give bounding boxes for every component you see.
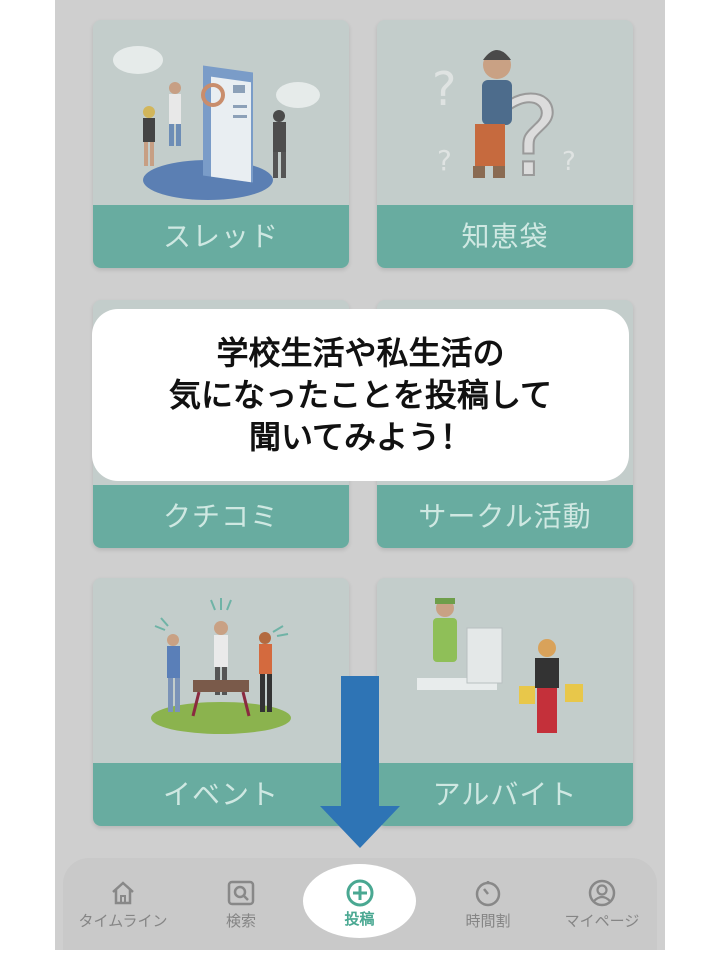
card-label: スレッド <box>93 205 349 268</box>
nav-label: 検索 <box>225 912 256 930</box>
nav-label: 投稿 <box>344 910 375 928</box>
presentation-people-icon <box>93 20 349 205</box>
nav-timeline[interactable]: タイムライン <box>68 868 178 940</box>
card-event[interactable]: イベント <box>93 578 349 826</box>
tutorial-line: 聞いてみよう！ <box>248 418 473 456</box>
tutorial-line: 気になったことを投稿して <box>168 376 553 414</box>
home-icon <box>108 878 138 908</box>
search-icon <box>226 878 256 908</box>
timer-icon <box>473 878 503 908</box>
nav-post-button[interactable]: 投稿 <box>303 864 416 938</box>
nav-mypage[interactable]: マイページ <box>547 868 657 940</box>
user-icon <box>587 878 617 908</box>
part-time-job-icon <box>377 578 633 763</box>
card-label: アルバイト <box>377 763 633 826</box>
card-label: サークル活動 <box>377 485 633 548</box>
nav-label: マイページ <box>564 912 640 930</box>
card-wisdom[interactable]: ? ? ? ? 知恵袋 <box>377 20 633 268</box>
nav-search[interactable]: 検索 <box>186 868 296 940</box>
nav-label: 時間割 <box>465 912 511 930</box>
plus-circle-icon <box>345 878 375 908</box>
card-thread[interactable]: スレッド <box>93 20 349 268</box>
thinking-person-question-icon: ? ? ? ? <box>377 20 633 205</box>
card-parttime[interactable]: アルバイト <box>377 578 633 826</box>
card-label: イベント <box>93 763 349 826</box>
card-label: 知恵袋 <box>377 205 633 268</box>
down-arrow-icon <box>320 676 400 848</box>
svg-text:?: ? <box>432 62 456 116</box>
tutorial-line: 学校生活や私生活の <box>216 334 505 372</box>
nav-label: タイムライン <box>78 912 168 930</box>
bbq-party-icon <box>93 578 349 763</box>
svg-text:?: ? <box>562 147 576 177</box>
card-label: クチコミ <box>93 485 349 548</box>
svg-text:?: ? <box>437 144 452 177</box>
tutorial-message: 学校生活や私生活の 気になったことを投稿して 聞いてみよう！ <box>92 309 629 481</box>
nav-timetable[interactable]: 時間割 <box>433 868 543 940</box>
